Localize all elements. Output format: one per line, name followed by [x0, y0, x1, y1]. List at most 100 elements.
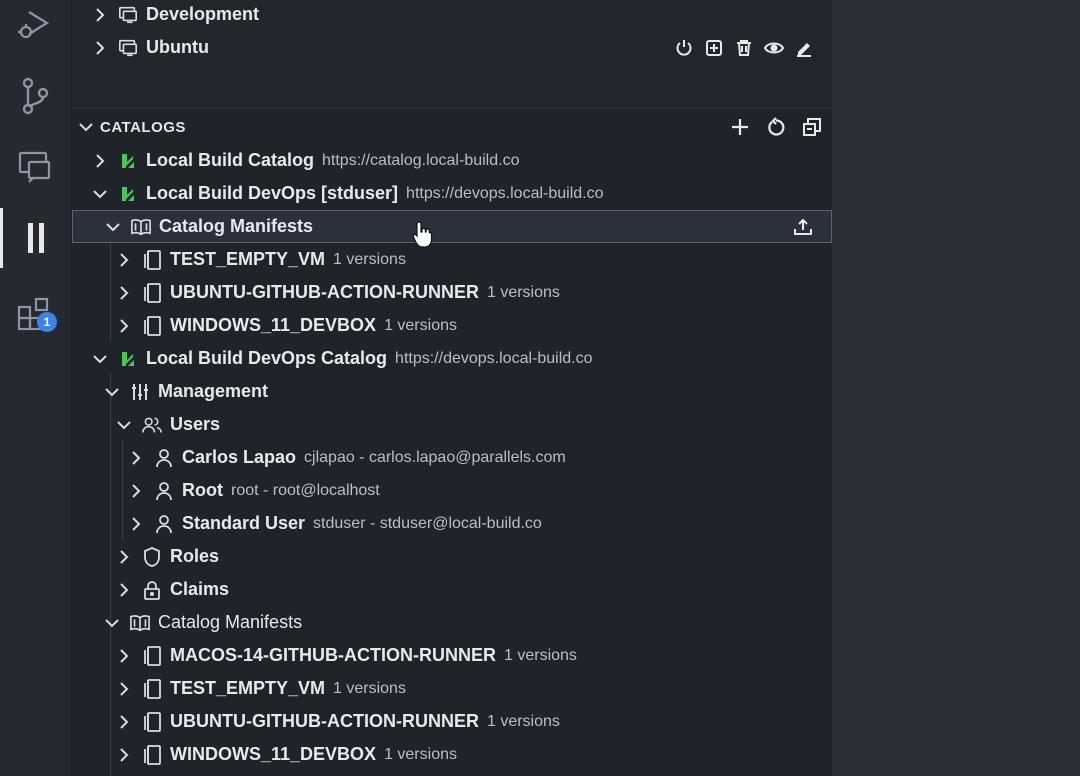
- tree-item-label: WINDOWS_11_DEVBOX: [170, 744, 377, 764]
- parallels-icon[interactable]: [0, 208, 70, 268]
- activity-bar: 1: [0, 0, 70, 776]
- tree-item-description: https://devops.local-build.co: [406, 184, 604, 202]
- chevron-right-icon: [132, 483, 141, 498]
- tree-item-label: TEST_EMPTY_VM: [170, 249, 326, 269]
- tree-item-manifest[interactable]: TEST_EMPTY_VM 1 versions: [72, 243, 832, 276]
- tree-item-label: Standard User: [182, 513, 306, 533]
- tree-item-description: 1 versions: [333, 679, 406, 697]
- tree-item-manifest[interactable]: UBUNTU-GITHUB-ACTION-RUNNER 1 versions: [72, 705, 832, 738]
- tree-item-label: Carlos Lapao: [182, 447, 297, 467]
- add-icon[interactable]: [704, 38, 724, 58]
- tree-item-label: Local Build DevOps Catalog: [146, 348, 388, 368]
- user-icon: [154, 481, 174, 501]
- tree-item-roles[interactable]: Roles: [72, 540, 832, 573]
- tree-item-user[interactable]: Root root - root@localhost: [72, 474, 832, 507]
- tree-item-label: Users: [170, 414, 221, 434]
- remote-explorer-icon[interactable]: [0, 136, 70, 196]
- source-control-icon[interactable]: [0, 66, 70, 126]
- lock-icon: [142, 580, 162, 600]
- trash-icon[interactable]: [734, 38, 754, 58]
- chevron-right-icon: [96, 153, 105, 168]
- chevron-right-icon: [120, 714, 129, 729]
- shield-icon: [142, 546, 162, 567]
- machine-item-development[interactable]: Development: [72, 0, 832, 31]
- chevron-right-icon: [120, 582, 129, 597]
- extensions-badge: 1: [37, 312, 57, 332]
- tree-item-catalog-manifests[interactable]: Catalog Manifests: [72, 210, 832, 243]
- tree-item-description: 1 versions: [504, 646, 577, 664]
- tree-item-manifest[interactable]: TEST_EMPTY_VM 1 versions: [72, 672, 832, 705]
- tree-item-label: MACOS-14-GITHUB-ACTION-RUNNER: [170, 645, 496, 665]
- catalogs-section-header[interactable]: CATALOGS: [72, 110, 832, 144]
- tree-item-management[interactable]: Management: [72, 375, 832, 408]
- tree-item-manifest[interactable]: MACOS-14-GITHUB-ACTION-RUNNER 1 versions: [72, 639, 832, 672]
- tree-item-catalog[interactable]: Local Build Catalog https://catalog.loca…: [72, 144, 832, 177]
- tree-item-description: 1 versions: [486, 712, 560, 730]
- tree-item-label: Root: [182, 480, 223, 500]
- tree-item-description: https://devops.local-build.co: [395, 349, 593, 367]
- extensions-icon[interactable]: 1: [0, 284, 70, 344]
- manifest-icon: [142, 645, 162, 666]
- catalog-icon: [118, 349, 138, 369]
- manifest-icon: [142, 744, 162, 765]
- tree-item-claims[interactable]: Claims: [72, 573, 832, 606]
- catalog-icon: [118, 151, 138, 171]
- chevron-down-icon: [105, 618, 119, 627]
- tree-item-label: UBUNTU-GITHUB-ACTION-RUNNER: [170, 282, 479, 302]
- machine-item-ubuntu[interactable]: Ubuntu: [72, 31, 832, 64]
- chevron-down-icon: [105, 387, 119, 396]
- tree-item-user[interactable]: Standard User stduser - stduser@local-bu…: [72, 507, 832, 540]
- tree-item-manifest[interactable]: WINDOWS_11_DEVBOX 1 versions: [72, 309, 832, 342]
- monitor-icon: [118, 38, 138, 58]
- book-icon: [131, 217, 151, 237]
- upload-icon[interactable]: [793, 217, 813, 237]
- add-icon[interactable]: [728, 116, 752, 138]
- users-icon: [142, 415, 162, 435]
- tree-item-description: https://catalog.local-build.co: [322, 151, 520, 169]
- tree-item-label: Catalog Manifests: [158, 612, 303, 632]
- machine-label: Development: [146, 4, 260, 24]
- manifest-icon: [142, 711, 162, 732]
- chevron-right-icon: [132, 450, 141, 465]
- tree-item-manifest[interactable]: UBUNTU-GITHUB-ACTION-RUNNER 1 versions: [72, 276, 832, 309]
- manifest-icon: [142, 315, 162, 336]
- eye-icon[interactable]: [764, 38, 784, 58]
- chevron-right-icon: [132, 516, 141, 531]
- tree-item-description: 1 versions: [333, 250, 406, 268]
- chevron-right-icon: [120, 318, 129, 333]
- monitor-icon: [118, 5, 138, 25]
- chevron-right-icon: [120, 747, 129, 762]
- refresh-icon[interactable]: [764, 116, 788, 138]
- tree-item-catalog[interactable]: Local Build DevOps Catalog https://devop…: [72, 342, 832, 375]
- manifest-icon: [142, 282, 162, 303]
- chevron-down-icon: [106, 222, 120, 231]
- sidebar: Development Ubuntu CATALOGS Local Build …: [72, 0, 832, 776]
- tree-item-label: TEST_EMPTY_VM: [170, 678, 326, 698]
- edit-icon[interactable]: [794, 38, 814, 58]
- user-icon: [154, 514, 174, 534]
- chevron-down-icon: [117, 420, 131, 429]
- section-title: CATALOGS: [100, 118, 186, 136]
- tree-item-label: Catalog Manifests: [159, 216, 314, 236]
- tree-item-catalog-manifests[interactable]: Catalog Manifests: [72, 606, 832, 639]
- tree-item-label: Claims: [170, 579, 230, 599]
- tree-item-users[interactable]: Users: [72, 408, 832, 441]
- power-icon[interactable]: [674, 38, 694, 58]
- chevron-right-icon: [120, 549, 129, 564]
- collapse-all-icon[interactable]: [800, 116, 824, 138]
- chevron-down-icon: [79, 123, 93, 132]
- tree-item-catalog[interactable]: Local Build DevOps [stduser] https://dev…: [72, 177, 832, 210]
- chevron-right-icon: [96, 7, 105, 22]
- tree-item-user[interactable]: Carlos Lapao cjlapao - carlos.lapao@para…: [72, 441, 832, 474]
- chevron-down-icon: [93, 354, 107, 363]
- tree-item-manifest[interactable]: WINDOWS_11_DEVBOX 1 versions: [72, 738, 832, 771]
- chevron-right-icon: [96, 40, 105, 55]
- chevron-right-icon: [120, 252, 129, 267]
- book-icon: [130, 613, 150, 633]
- tree-item-description: cjlapao - carlos.lapao@parallels.com: [304, 448, 566, 466]
- run-debug-icon[interactable]: [0, 0, 70, 54]
- machine-label: Ubuntu: [146, 37, 209, 57]
- panel-divider: [72, 108, 832, 109]
- tree-item-description: 1 versions: [486, 283, 560, 301]
- tree-item-label: Local Build Catalog: [146, 150, 315, 170]
